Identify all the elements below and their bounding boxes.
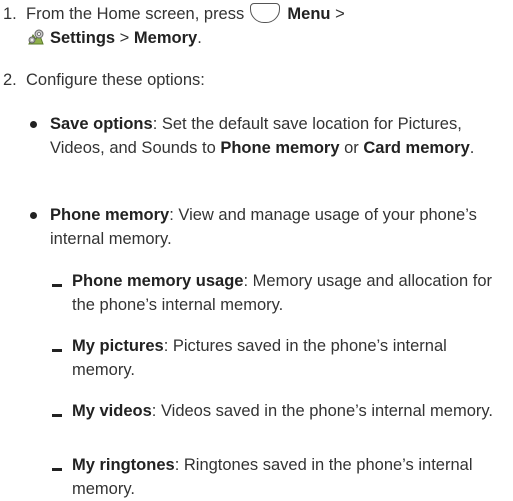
subitem-term: My pictures: [72, 337, 164, 355]
step-1-suffix: .: [197, 29, 202, 47]
dash-marker: [52, 349, 62, 352]
subitem-desc: : Videos saved in the phone’s internal m…: [151, 402, 493, 420]
menu-label: Menu: [287, 5, 331, 23]
bullet-dot: [30, 212, 37, 219]
settings-label: Settings: [50, 29, 116, 47]
subitem-text: Phone memory usage: Memory usage and all…: [72, 269, 512, 317]
subitem-text: My videos: Videos saved in the phone’s i…: [72, 399, 512, 423]
step-1: 1. From the Home screen, press Menu > Se…: [3, 2, 508, 50]
bullet-dot: [30, 121, 37, 128]
separator: >: [115, 29, 134, 47]
option-value-phone-memory: Phone memory: [220, 139, 340, 157]
memory-label: Memory: [133, 29, 198, 47]
separator: >: [330, 5, 345, 23]
step-2: 2. Configure these options:: [3, 68, 508, 92]
option-value-card-memory: Card memory: [363, 139, 470, 157]
step-number: 2.: [3, 71, 17, 89]
option-term: Save options: [50, 115, 153, 133]
option-term: Phone memory: [50, 206, 170, 224]
option-desc: or: [339, 139, 364, 157]
subitem-text: My ringtones: Ringtones saved in the pho…: [72, 453, 512, 501]
dash-marker: [52, 468, 62, 471]
subitem-my-ringtones: My ringtones: Ringtones saved in the pho…: [52, 453, 512, 501]
subitem-term: My ringtones: [72, 456, 175, 474]
dash-marker: [52, 414, 62, 417]
instructions-page: 1. From the Home screen, press Menu > Se…: [0, 0, 513, 500]
menu-key-icon: [249, 3, 280, 23]
step-1-text: From the Home screen, press Menu > Setti…: [26, 2, 508, 50]
bullet-phone-memory: Phone memory: View and manage usage of y…: [30, 203, 510, 251]
subitem-phone-memory-usage: Phone memory usage: Memory usage and all…: [52, 269, 512, 317]
dash-marker: [52, 284, 62, 287]
bullet-text: Save options: Set the default save locat…: [50, 112, 510, 160]
settings-gear-icon: [28, 29, 44, 45]
step-2-text: Configure these options:: [26, 71, 205, 89]
subitem-term: My videos: [72, 402, 152, 420]
subitem-my-pictures: My pictures: Pictures saved in the phone…: [52, 334, 512, 382]
bullet-text: Phone memory: View and manage usage of y…: [50, 203, 510, 251]
step-number: 1.: [3, 5, 17, 23]
subitem-my-videos: My videos: Videos saved in the phone’s i…: [52, 399, 512, 423]
subitem-text: My pictures: Pictures saved in the phone…: [72, 334, 512, 382]
bullet-save-options: Save options: Set the default save locat…: [30, 112, 510, 160]
step-1-prefix: From the Home screen, press: [26, 5, 249, 23]
option-desc: .: [469, 139, 475, 157]
subitem-term: Phone memory usage: [72, 272, 244, 290]
